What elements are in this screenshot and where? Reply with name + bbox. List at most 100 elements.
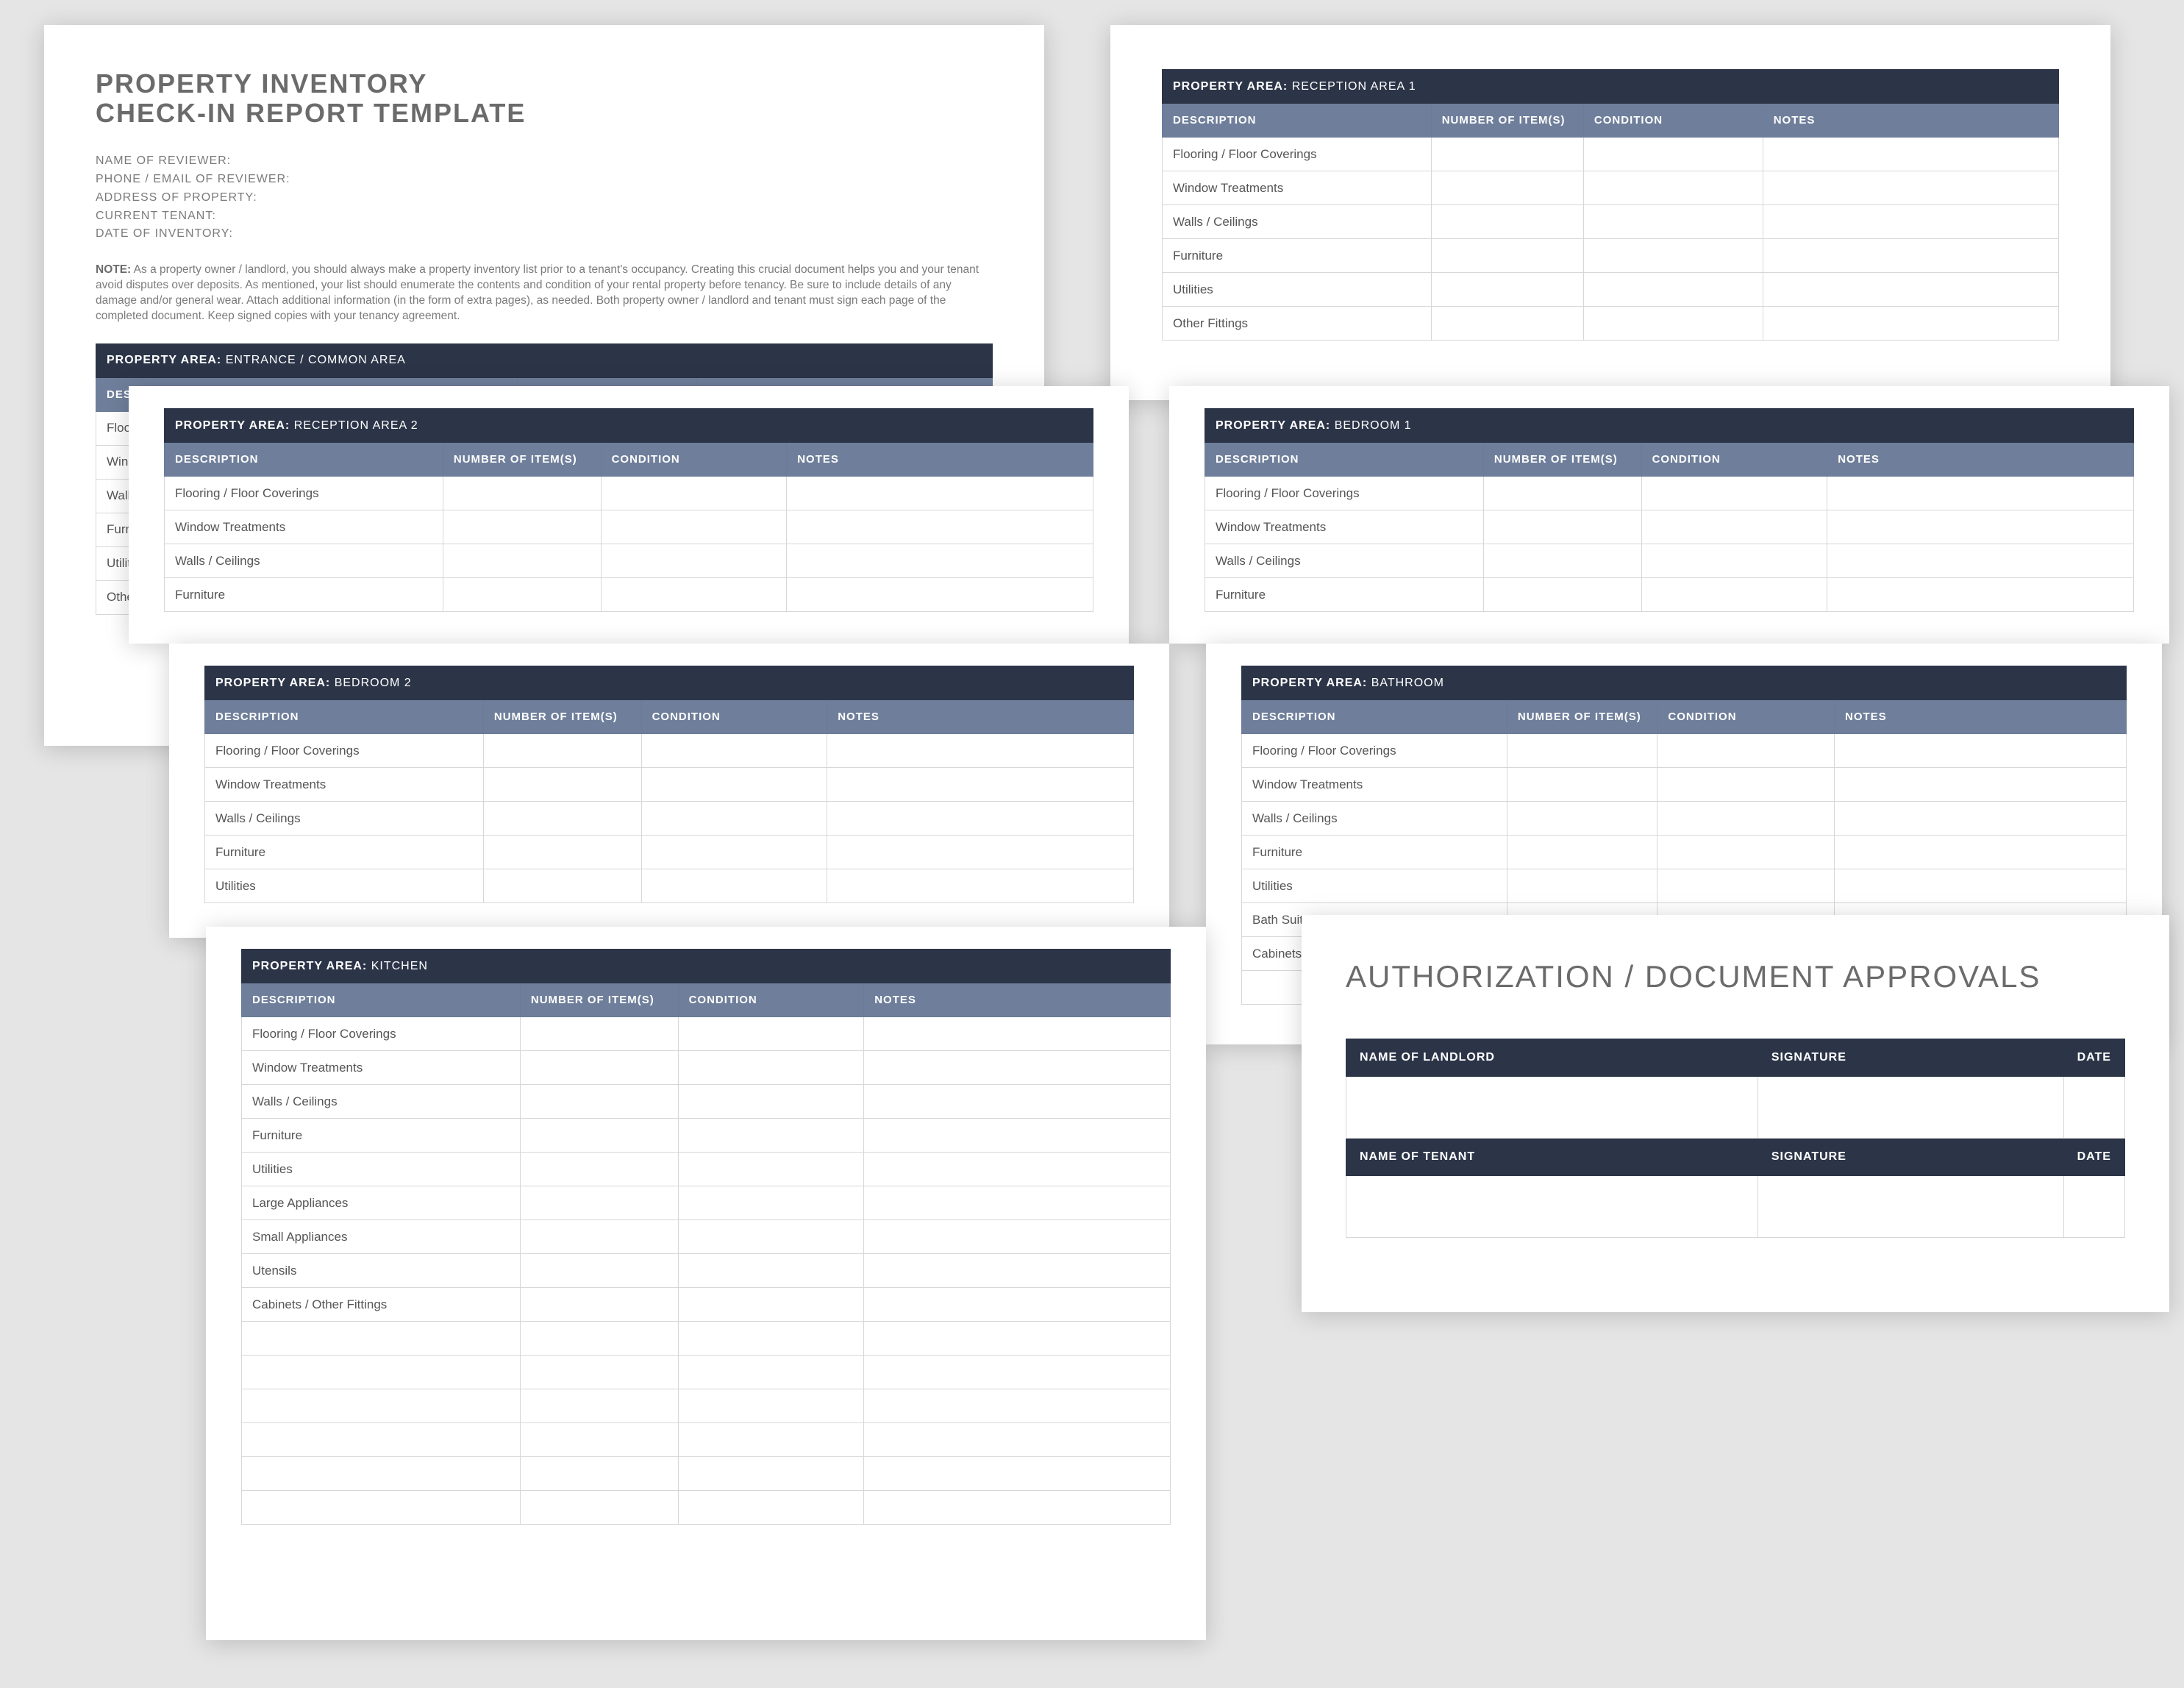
meta-address: ADDRESS OF PROPERTY: xyxy=(96,189,993,207)
table-row[interactable]: Flooring / Floor Coverings xyxy=(1205,477,2134,510)
col-condition: CONDITION xyxy=(601,443,787,477)
table-row[interactable]: Walls / Ceilings xyxy=(1163,205,2059,239)
table-row[interactable] xyxy=(242,1356,1171,1389)
table-row[interactable]: Utilities xyxy=(242,1153,1171,1186)
sig-hdr-landlord: NAME OF LANDLORD xyxy=(1346,1039,1758,1077)
table-row[interactable] xyxy=(242,1389,1171,1423)
page-kitchen: PROPERTY AREA: KITCHENDESCRIPTIONNUMBER … xyxy=(206,927,1206,1640)
cell-description: Walls / Ceilings xyxy=(1242,802,1507,836)
table-row[interactable]: Large Appliances xyxy=(242,1186,1171,1220)
cell-description: Walls / Ceilings xyxy=(205,802,484,836)
table-row[interactable]: Walls / Ceilings xyxy=(165,544,1093,578)
table-bedroom1: PROPERTY AREA: BEDROOM 1DESCRIPTIONNUMBE… xyxy=(1205,408,2134,612)
area-header: PROPERTY AREA: RECEPTION AREA 1 xyxy=(1163,70,2059,104)
area-header: PROPERTY AREA: BEDROOM 2 xyxy=(205,666,1134,700)
table-row[interactable]: Window Treatments xyxy=(1163,171,2059,205)
cell-description: Flooring / Floor Coverings xyxy=(1205,477,1484,510)
table-row[interactable]: Flooring / Floor Coverings xyxy=(165,477,1093,510)
area-header: PROPERTY AREA: RECEPTION AREA 2 xyxy=(165,409,1093,443)
cell-description: Walls / Ceilings xyxy=(1205,544,1484,578)
table-row[interactable]: Window Treatments xyxy=(165,510,1093,544)
table-row[interactable]: Window Treatments xyxy=(242,1051,1171,1085)
col-notes: NOTES xyxy=(1834,700,2126,734)
table-row[interactable]: Furniture xyxy=(205,836,1134,869)
col-notes: NOTES xyxy=(1827,443,2134,477)
table-row[interactable]: Window Treatments xyxy=(1205,510,2134,544)
table-row[interactable]: Flooring / Floor Coverings xyxy=(205,734,1134,768)
table-row[interactable] xyxy=(242,1322,1171,1356)
table-row[interactable]: Walls / Ceilings xyxy=(1205,544,2134,578)
col-notes: NOTES xyxy=(827,700,1134,734)
col-number: NUMBER OF ITEM(S) xyxy=(1507,700,1657,734)
col-number: NUMBER OF ITEM(S) xyxy=(483,700,641,734)
auth-title: AUTHORIZATION / DOCUMENT APPROVALS xyxy=(1346,959,2125,994)
sig-hdr-tenant: NAME OF TENANT xyxy=(1346,1139,1758,1176)
sig-hdr-signature2: SIGNATURE xyxy=(1757,1139,2063,1176)
col-condition: CONDITION xyxy=(678,983,864,1017)
table-row[interactable]: Window Treatments xyxy=(1242,768,2127,802)
cell-description: Utilities xyxy=(242,1153,521,1186)
col-condition: CONDITION xyxy=(1657,700,1835,734)
table-row[interactable]: Furniture xyxy=(1205,578,2134,612)
meta-reviewer-name: NAME OF REVIEWER: xyxy=(96,152,993,171)
table-row[interactable] xyxy=(242,1457,1171,1491)
cell-description: Flooring / Floor Coverings xyxy=(1242,734,1507,768)
table-kitchen: PROPERTY AREA: KITCHENDESCRIPTIONNUMBER … xyxy=(241,949,1171,1525)
table-row[interactable]: Small Appliances xyxy=(242,1220,1171,1254)
table-row[interactable]: Flooring / Floor Coverings xyxy=(242,1017,1171,1051)
page-authorization: AUTHORIZATION / DOCUMENT APPROVALS NAME … xyxy=(1302,915,2169,1312)
cell-description: Utilities xyxy=(1242,869,1507,903)
table-row[interactable]: Flooring / Floor Coverings xyxy=(1242,734,2127,768)
cell-description: Utensils xyxy=(242,1254,521,1288)
col-description: DESCRIPTION xyxy=(242,983,521,1017)
col-description: DESCRIPTION xyxy=(205,700,484,734)
cell-description: Window Treatments xyxy=(1205,510,1484,544)
cell-description: Utilities xyxy=(1163,273,1432,307)
table-row[interactable] xyxy=(242,1491,1171,1525)
cell-description: Utilities xyxy=(205,869,484,903)
table-reception2: PROPERTY AREA: RECEPTION AREA 2DESCRIPTI… xyxy=(164,408,1093,612)
table-row[interactable]: Furniture xyxy=(1242,836,2127,869)
meta-date: DATE OF INVENTORY: xyxy=(96,225,993,243)
sig-row-tenant[interactable] xyxy=(1346,1176,2125,1238)
table-row[interactable]: Furniture xyxy=(165,578,1093,612)
cell-description: Window Treatments xyxy=(205,768,484,802)
col-notes: NOTES xyxy=(787,443,1093,477)
note-block: NOTE: As a property owner / landlord, yo… xyxy=(96,263,993,324)
col-description: DESCRIPTION xyxy=(1205,443,1484,477)
table-row[interactable]: Furniture xyxy=(1163,239,2059,273)
table-row[interactable]: Furniture xyxy=(242,1119,1171,1153)
cell-description: Furniture xyxy=(1163,239,1432,273)
page-reception1: PROPERTY AREA: RECEPTION AREA 1DESCRIPTI… xyxy=(1110,25,2110,400)
table-row[interactable]: Utilities xyxy=(1242,869,2127,903)
table-row[interactable]: Utensils xyxy=(242,1254,1171,1288)
cell-description: Window Treatments xyxy=(165,510,443,544)
table-row[interactable] xyxy=(242,1423,1171,1457)
col-description: DESCRIPTION xyxy=(165,443,443,477)
table-row[interactable]: Walls / Ceilings xyxy=(1242,802,2127,836)
table-row[interactable]: Utilities xyxy=(205,869,1134,903)
note-text: As a property owner / landlord, you shou… xyxy=(96,263,979,322)
table-row[interactable]: Walls / Ceilings xyxy=(205,802,1134,836)
table-row[interactable]: Flooring / Floor Coverings xyxy=(1163,138,2059,171)
col-number: NUMBER OF ITEM(S) xyxy=(1483,443,1641,477)
area-header: PROPERTY AREA: BATHROOM xyxy=(1242,666,2127,700)
cell-description: Flooring / Floor Coverings xyxy=(1163,138,1432,171)
meta-block: NAME OF REVIEWER: PHONE / EMAIL OF REVIE… xyxy=(96,152,993,243)
sig-row-landlord[interactable] xyxy=(1346,1077,2125,1139)
table-row[interactable]: Walls / Ceilings xyxy=(242,1085,1171,1119)
page-bedroom1: PROPERTY AREA: BEDROOM 1DESCRIPTIONNUMBE… xyxy=(1169,386,2169,644)
cell-description: Furniture xyxy=(165,578,443,612)
cell-description: Large Appliances xyxy=(242,1186,521,1220)
col-notes: NOTES xyxy=(1763,104,2058,138)
table-row[interactable]: Other Fittings xyxy=(1163,307,2059,341)
table-row[interactable]: Utilities xyxy=(1163,273,2059,307)
col-condition: CONDITION xyxy=(1583,104,1763,138)
table-row[interactable]: Window Treatments xyxy=(205,768,1134,802)
cell-description: Furniture xyxy=(242,1119,521,1153)
col-condition: CONDITION xyxy=(1641,443,1827,477)
area-header: PROPERTY AREA: KITCHEN xyxy=(242,950,1171,983)
cell-description: Flooring / Floor Coverings xyxy=(242,1017,521,1051)
table-row[interactable]: Cabinets / Other Fittings xyxy=(242,1288,1171,1322)
cell-description: Walls / Ceilings xyxy=(242,1085,521,1119)
